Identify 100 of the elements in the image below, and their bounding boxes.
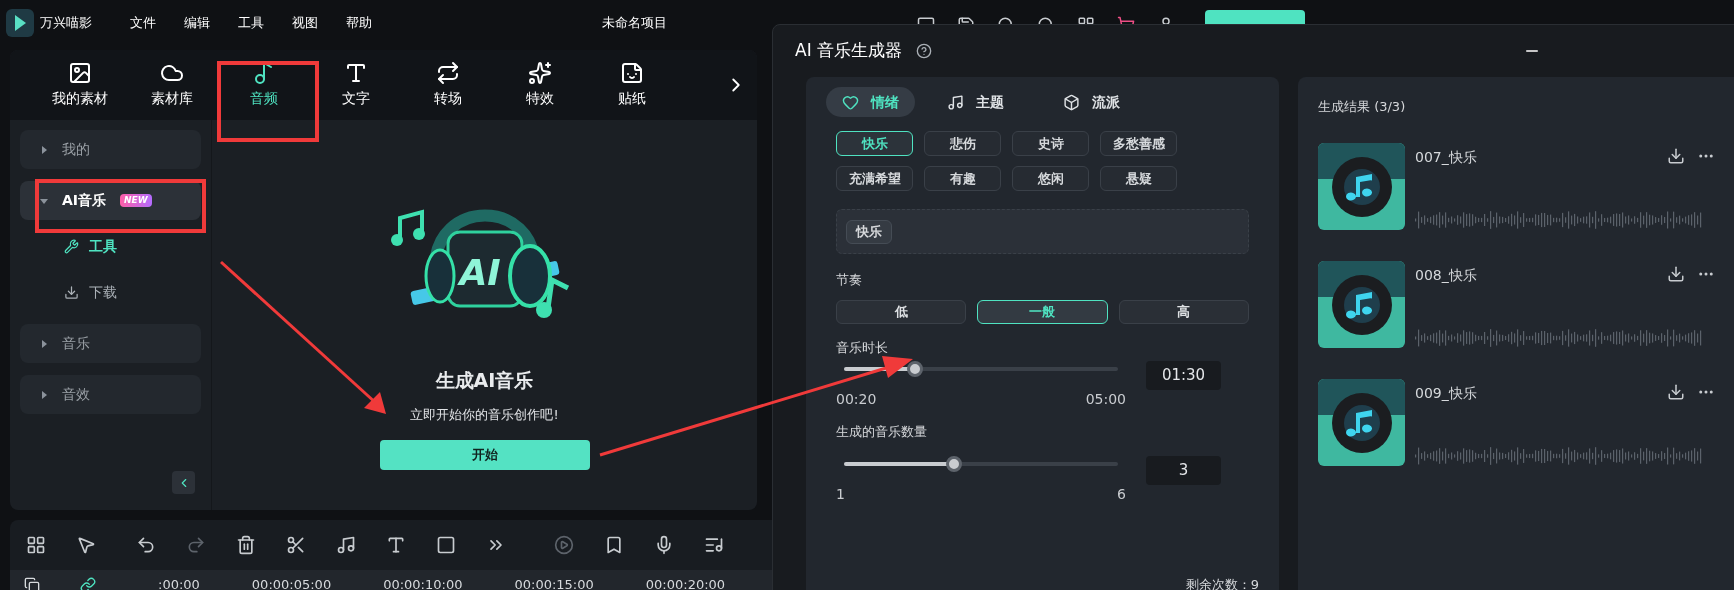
music-icon (947, 93, 964, 111)
remaining-count: 剩余次数：9 (1185, 575, 1259, 590)
results-title: 生成结果 (3/3) (1318, 98, 1407, 116)
mood-chip[interactable]: 多愁善感 (1100, 131, 1177, 156)
tempo-option[interactable]: 低 (836, 299, 967, 324)
ai-headphones-drawing: AI (389, 188, 580, 328)
download-icon (64, 284, 79, 300)
cube-icon (1063, 93, 1080, 111)
mood-chip[interactable]: 悬疑 (1100, 166, 1177, 191)
slider-max-label: 05:00 (1085, 390, 1126, 409)
value-field[interactable]: 01:30 (1146, 361, 1221, 390)
tempo-option[interactable]: 高 (1118, 299, 1249, 324)
undo-icon[interactable] (136, 535, 156, 555)
media-tab[interactable]: 贴纸 (586, 61, 678, 109)
slider-min-label: 1 (836, 484, 845, 504)
text-icon (344, 61, 368, 85)
media-tab[interactable]: 音频 (218, 61, 310, 109)
menu-item[interactable]: 视图 (292, 13, 318, 33)
slider-thumb[interactable] (907, 361, 924, 377)
track-name: 007_快乐 (1415, 147, 1477, 167)
mood-chip[interactable]: 快乐 (836, 131, 913, 156)
tempo-option[interactable]: 一般 (977, 299, 1108, 324)
play-icon[interactable] (554, 535, 574, 555)
sticker-icon (620, 61, 644, 85)
shape-icon[interactable] (436, 535, 456, 555)
trash-icon[interactable] (236, 535, 256, 555)
sidebar-group[interactable]: 音乐 (20, 324, 201, 363)
mood-chip[interactable]: 有趣 (924, 166, 1001, 191)
image-icon (68, 61, 92, 85)
caret-icon (40, 390, 48, 399)
sidebar-group[interactable]: AI音乐 NEW (20, 181, 201, 220)
promo-title: 生成AI音乐 (435, 368, 534, 393)
new-badge: NEW (120, 193, 152, 208)
sidebar-item[interactable]: 下载 (20, 272, 201, 312)
promo-subtitle: 立即开始你的音乐创作吧! (410, 405, 559, 424)
dialog-title: AI 音乐生成器 (795, 39, 903, 63)
duration-label: 音乐时长 (836, 338, 889, 357)
playlist-icon[interactable] (704, 535, 724, 555)
start-button[interactable]: 开始 (379, 440, 590, 470)
download-icon[interactable] (1667, 264, 1685, 283)
app-name: 万兴喵影 (40, 14, 92, 33)
app-logo-icon (6, 9, 34, 37)
pointer-icon[interactable] (76, 535, 96, 555)
ruler-label: 00:00:10:00 (383, 576, 463, 590)
sidebar-group[interactable]: 音效 (20, 375, 201, 414)
mood-chip[interactable]: 悠闲 (1012, 166, 1089, 191)
menu-item[interactable]: 帮助 (346, 13, 372, 33)
marker-icon[interactable] (604, 535, 624, 555)
slider-thumb[interactable] (945, 455, 962, 472)
category-tab[interactable]: 流派 (1047, 87, 1147, 117)
scissors-icon[interactable] (286, 535, 306, 555)
count-label: 生成的音乐数量 (836, 423, 928, 441)
tag-chip[interactable]: 快乐 (846, 219, 892, 244)
wrench-icon (64, 238, 79, 254)
slider-max-label: 6 (1117, 484, 1126, 504)
media-tab[interactable]: 素材库 (126, 61, 218, 109)
group-label: 音乐 (62, 334, 90, 353)
group-label: 音效 (62, 385, 90, 404)
microphone-icon[interactable] (654, 535, 674, 555)
sidebar-group[interactable]: 我的 (20, 130, 201, 169)
menu-item[interactable]: 工具 (238, 13, 264, 33)
caret-icon (40, 196, 48, 205)
menu-item[interactable]: 编辑 (184, 13, 210, 33)
tempo-label: 节奏 (836, 271, 863, 289)
heart-icon (842, 93, 859, 111)
ruler-label: 00:00:05:00 (251, 576, 332, 590)
download-icon[interactable] (1667, 382, 1685, 401)
mood-chip[interactable]: 悲伤 (924, 131, 1001, 156)
media-tab[interactable]: 文字 (310, 61, 402, 109)
track-name: 009_快乐 (1415, 383, 1477, 403)
selected-tags-field[interactable]: 快乐 (836, 209, 1249, 254)
mood-chip[interactable]: 充满希望 (836, 166, 913, 191)
sidebar-item[interactable]: 工具 (20, 226, 201, 266)
collapse-button[interactable] (172, 471, 195, 494)
help-icon[interactable] (916, 43, 933, 59)
group-label: 我的 (62, 140, 90, 159)
ruler-label: :00:00 (158, 576, 200, 590)
category-tab[interactable]: 情绪 (826, 87, 915, 117)
audio-icon[interactable] (336, 535, 356, 555)
value-field[interactable]: 3 (1146, 455, 1221, 485)
slider-min-label: 00:20 (836, 390, 877, 409)
media-tab[interactable]: 我的素材 (34, 61, 126, 109)
link-icon[interactable] (80, 577, 96, 590)
group-label: AI音乐 (62, 191, 107, 210)
track-name: 008_快乐 (1415, 265, 1477, 285)
download-icon[interactable] (1667, 146, 1685, 165)
mood-chip[interactable]: 史诗 (1012, 131, 1089, 156)
category-tab[interactable]: 主题 (931, 87, 1031, 117)
media-tab[interactable]: 转场 (402, 61, 494, 109)
ruler-label: 00:00:15:00 (514, 576, 594, 590)
caret-icon (40, 145, 48, 154)
layout-grid-icon[interactable] (26, 535, 46, 555)
caret-icon (40, 339, 48, 348)
menu-item[interactable]: 文件 (130, 13, 156, 33)
text-icon[interactable] (386, 535, 406, 555)
redo-icon[interactable] (186, 535, 206, 555)
media-tab[interactable]: 特效 (494, 61, 586, 109)
copy-icon[interactable] (24, 577, 40, 590)
project-name: 未命名项目 (602, 14, 667, 33)
ruler-label: 00:00:20:00 (645, 576, 726, 590)
